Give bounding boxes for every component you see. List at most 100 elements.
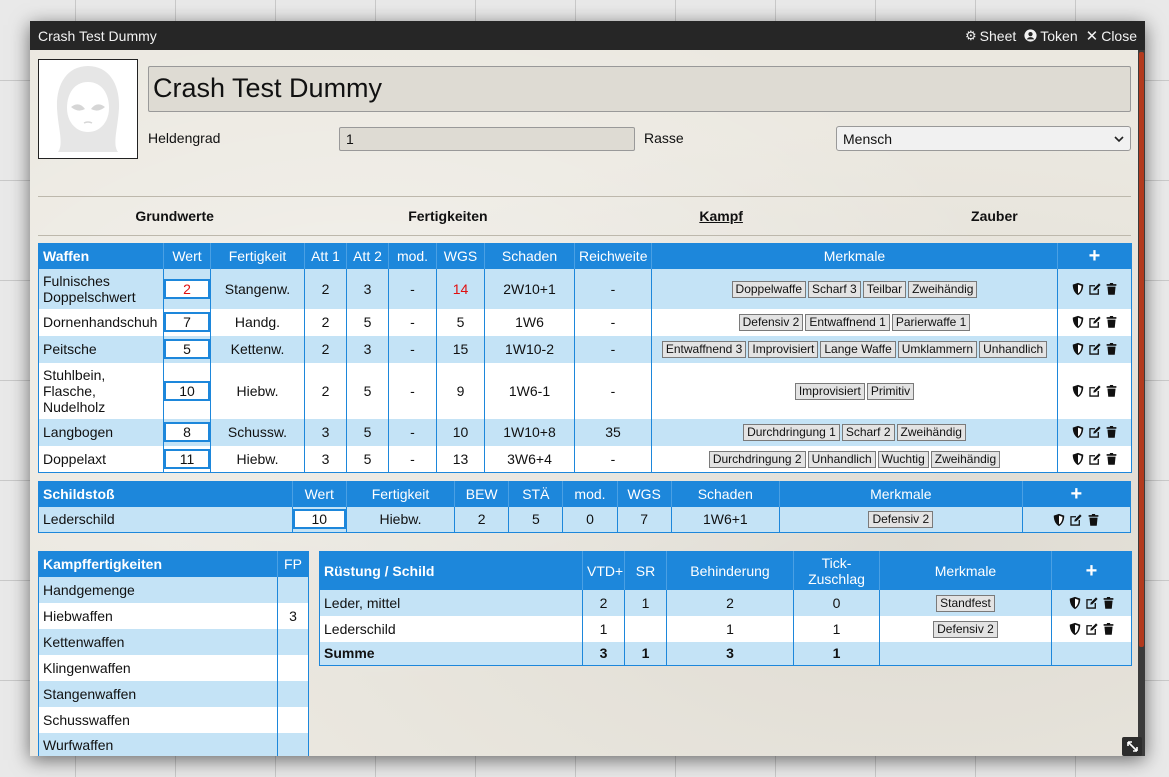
trash-icon[interactable]: [1104, 315, 1119, 330]
merkmal-tag[interactable]: Umklammern: [897, 341, 978, 358]
edit-icon[interactable]: [1087, 315, 1102, 330]
merkmal-tag[interactable]: Defensiv 2: [738, 314, 804, 331]
armor-sum-vtd: 3: [582, 641, 625, 666]
wert-input[interactable]: 8: [164, 422, 210, 442]
combat-skill-row[interactable]: Wurfwaffen: [38, 732, 309, 756]
merkmal-tag[interactable]: Improvisiert: [748, 341, 819, 358]
edit-icon[interactable]: [1087, 452, 1102, 467]
trash-icon[interactable]: [1101, 596, 1116, 611]
edit-icon[interactable]: [1084, 622, 1099, 637]
merkmal-tag[interactable]: Unhandlich: [807, 450, 876, 468]
merkmal-tag[interactable]: Doppelwaffe: [731, 280, 807, 298]
shield-bash-header-7: Schaden: [670, 481, 780, 507]
weapon-merkmale-cell: Defensiv 2 Entwaffnend 1 Parierwaffe 1: [651, 308, 1058, 336]
trash-icon[interactable]: [1086, 513, 1101, 528]
shield-icon[interactable]: [1070, 452, 1085, 467]
scrollbar-thumb[interactable]: [1139, 52, 1144, 647]
merkmal-tag[interactable]: Wuchtig: [877, 450, 929, 468]
combat-skill-row[interactable]: Klingenwaffen: [38, 654, 309, 681]
merkmal-tag[interactable]: Defensiv 2: [868, 511, 934, 529]
merkmal-tag[interactable]: Durchdringung 1: [743, 424, 840, 441]
weapons-header-10[interactable]: +: [1057, 243, 1132, 269]
combat-skill-row[interactable]: Schusswaffen: [38, 706, 309, 733]
combat-skills-header-row: Kampffertigkeiten FP: [38, 551, 309, 577]
edit-icon[interactable]: [1087, 342, 1102, 357]
tab-zauber[interactable]: Zauber: [858, 203, 1131, 233]
add-shield-bash-button[interactable]: +: [1070, 483, 1082, 505]
sheet-button[interactable]: ⚙ Sheet: [965, 28, 1016, 44]
weapon-row: Stuhlbein, Flasche, Nudelholz 10 Hiebw. 2 5-…: [38, 362, 1132, 419]
trash-icon[interactable]: [1104, 452, 1119, 467]
trash-icon[interactable]: [1104, 342, 1119, 357]
wert-input[interactable]: 7: [164, 312, 210, 332]
merkmal-tag[interactable]: Zweihändig: [908, 280, 978, 298]
rasse-select[interactable]: Mensch: [836, 126, 1131, 151]
merkmal-tag[interactable]: Scharf 3: [808, 280, 861, 298]
close-button[interactable]: ✕ Close: [1086, 27, 1137, 45]
add-armor-button[interactable]: +: [1086, 560, 1098, 582]
merkmal-tag[interactable]: Durchdringung 2: [708, 450, 806, 468]
merkmal-tag[interactable]: Unhandlich: [979, 341, 1048, 358]
trash-icon[interactable]: [1104, 282, 1119, 297]
shield-bash-header-5: mod.: [562, 481, 618, 507]
heldengrad-input[interactable]: 1: [339, 127, 635, 151]
shield-icon[interactable]: [1052, 513, 1067, 528]
character-name-input[interactable]: Crash Test Dummy: [148, 66, 1131, 112]
merkmal-tag[interactable]: Teilbar: [862, 280, 907, 298]
wert-input[interactable]: 10: [164, 380, 210, 401]
weapon-mod: -: [388, 268, 437, 309]
edit-icon[interactable]: [1084, 596, 1099, 611]
combat-skill-row[interactable]: Hiebwaffen 3: [38, 602, 309, 629]
window-titlebar[interactable]: Crash Test Dummy ⚙ Sheet Token ✕ Close: [30, 21, 1145, 50]
edit-icon[interactable]: [1087, 384, 1102, 399]
shield-icon[interactable]: [1070, 384, 1085, 399]
shield-icon[interactable]: [1067, 596, 1082, 611]
shield-icon[interactable]: [1070, 315, 1085, 330]
wert-input[interactable]: 2: [164, 278, 210, 299]
shield-bash-merkmale-cell: Defensiv 2: [778, 506, 1023, 533]
shield-icon[interactable]: [1070, 425, 1085, 440]
combat-skill-row[interactable]: Stangenwaffen: [38, 680, 309, 707]
merkmal-tag[interactable]: Improvisiert: [794, 382, 865, 400]
merkmal-tag[interactable]: Defensiv 2: [933, 620, 998, 638]
tab-grundwerte[interactable]: Grundwerte: [38, 203, 311, 233]
merkmal-tag[interactable]: Primitiv: [866, 382, 915, 400]
merkmal-tag[interactable]: Parierwaffe 1: [891, 314, 971, 331]
merkmal-tag[interactable]: Zweihändig: [930, 450, 1001, 468]
tab-fertigkeiten[interactable]: Fertigkeiten: [311, 203, 584, 233]
trash-icon[interactable]: [1104, 425, 1119, 440]
merkmal-tag[interactable]: Standfest: [936, 594, 995, 612]
weapons-header-6: WGS: [436, 243, 485, 269]
trash-icon[interactable]: [1101, 622, 1116, 637]
token-button[interactable]: Token: [1024, 28, 1078, 44]
trash-icon[interactable]: [1104, 384, 1119, 399]
edit-icon[interactable]: [1069, 513, 1084, 528]
weapon-fertigkeit: Handg.: [210, 308, 305, 336]
combat-skill-row[interactable]: Kettenwaffen: [38, 628, 309, 655]
merkmal-tag[interactable]: Scharf 2: [841, 424, 895, 441]
edit-icon[interactable]: [1087, 425, 1102, 440]
shield-bash-header-9[interactable]: +: [1021, 481, 1131, 507]
armor-header-6[interactable]: +: [1051, 551, 1132, 590]
merkmal-tag[interactable]: Lange Waffe: [820, 341, 896, 358]
wert-input[interactable]: 10: [292, 509, 346, 530]
merkmal-tag[interactable]: Entwaffnend 1: [805, 314, 890, 331]
rasse-select-value: Mensch: [843, 130, 893, 147]
weapon-schaden: 1W6-1: [484, 362, 575, 419]
combat-skill-row[interactable]: Handgemenge: [38, 576, 309, 603]
resize-handle[interactable]: [1122, 737, 1142, 756]
edit-icon[interactable]: [1087, 282, 1102, 297]
add-weapons-button[interactable]: +: [1089, 245, 1101, 267]
shield-icon[interactable]: [1067, 622, 1082, 637]
armor-header-0: Rüstung / Schild: [319, 551, 583, 590]
tab-kampf[interactable]: Kampf: [585, 203, 858, 233]
wert-input[interactable]: 11: [164, 448, 210, 469]
wert-input[interactable]: 5: [164, 339, 210, 359]
merkmal-tag[interactable]: Zweihändig: [896, 424, 966, 441]
shield-icon[interactable]: [1070, 342, 1085, 357]
weapon-mod: -: [388, 418, 437, 446]
character-portrait[interactable]: [38, 59, 138, 159]
shield-icon[interactable]: [1070, 282, 1085, 297]
weapon-att1: 2: [304, 308, 347, 336]
merkmal-tag[interactable]: Entwaffnend 3: [661, 341, 747, 358]
